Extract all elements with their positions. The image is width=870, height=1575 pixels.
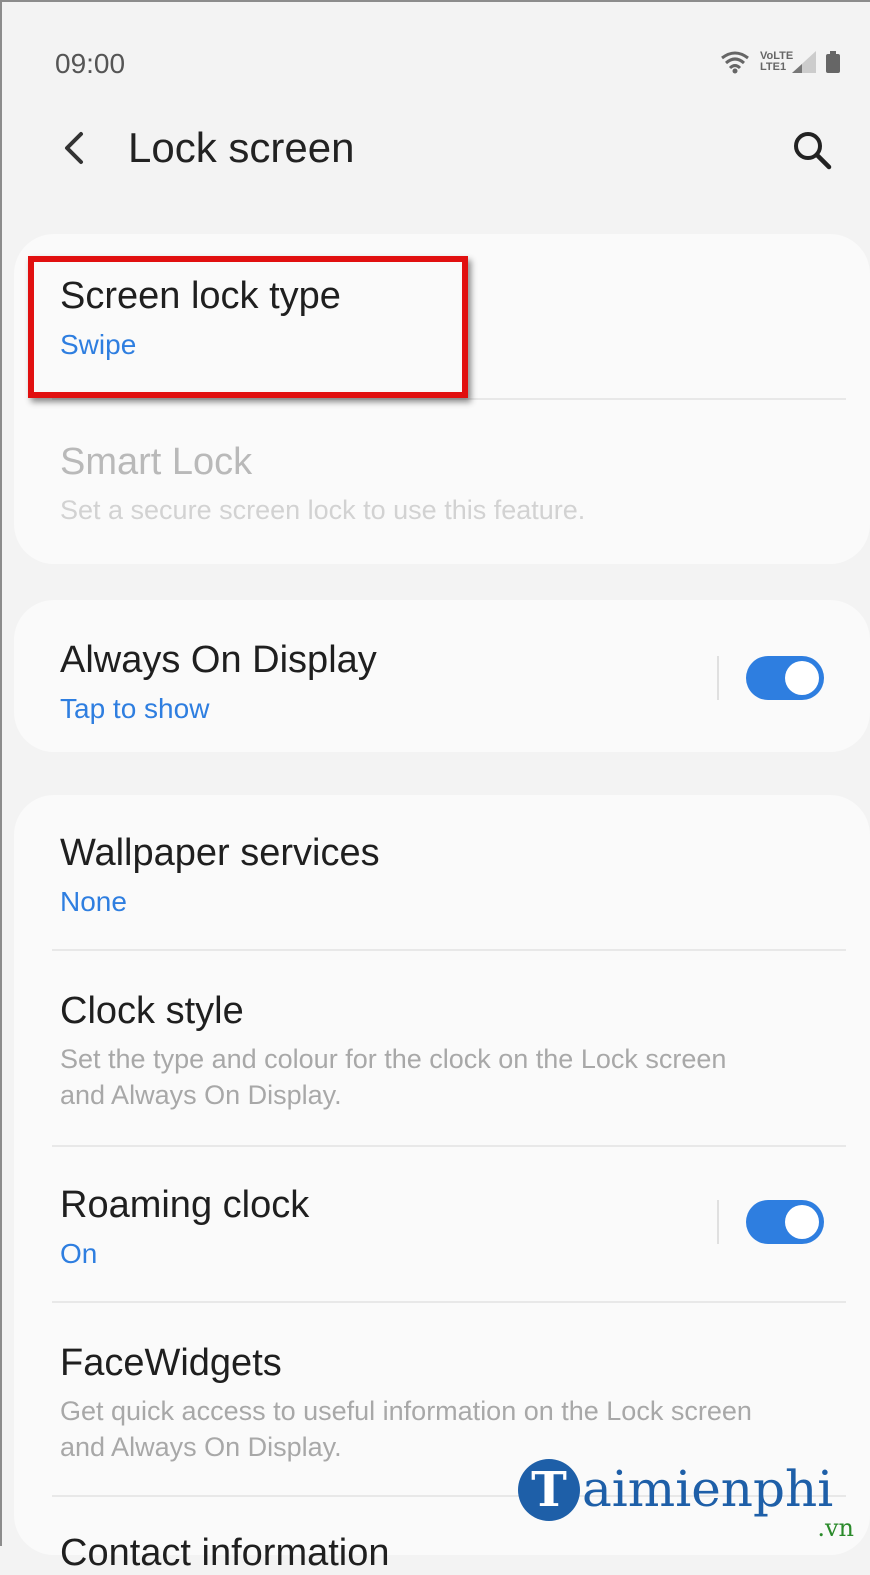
app-bar: Lock screen [0,110,870,190]
divider [52,1145,846,1147]
contact-information-title: Contact information [60,1532,390,1574]
signal-icon [792,51,816,73]
face-widgets-item[interactable]: FaceWidgets Get quick access to useful i… [60,1341,780,1465]
status-icons: VoLTE LTE1 [720,50,840,74]
toggle-knob [785,661,819,695]
toggle-knob [785,1205,819,1239]
clock-style-title: Clock style [60,990,244,1032]
status-bar: 09:00 VoLTE LTE1 [55,48,840,84]
battery-icon [826,51,840,73]
clock-style-description: Set the type and colour for the clock on… [60,1044,727,1110]
settings-card-customization: Wallpaper services None Clock style Set … [14,795,870,1574]
screen-lock-type-item[interactable]: Screen lock type Swipe [60,274,842,362]
face-widgets-title: FaceWidgets [60,1342,282,1384]
always-on-display-value: Tap to show [60,693,210,724]
roaming-clock-title: Roaming clock [60,1184,310,1226]
screen-lock-type-title: Screen lock type [60,275,341,317]
settings-card-aod: Always On Display Tap to show [14,600,870,752]
toggle-separator [717,1200,719,1244]
screen-lock-type-value: Swipe [60,329,137,360]
always-on-display-item[interactable]: Always On Display Tap to show [60,638,690,726]
back-icon[interactable] [55,128,95,168]
search-icon[interactable] [790,128,834,172]
lte-icon: VoLTE LTE1 [760,50,794,73]
wallpaper-services-value: None [60,886,127,917]
smart-lock-title: Smart Lock [60,441,253,483]
smart-lock-description: Set a secure screen lock to use this fea… [60,495,586,525]
roaming-clock-value: On [60,1238,98,1269]
contact-information-item[interactable]: Contact information [60,1531,842,1575]
wallpaper-services-title: Wallpaper services [60,832,380,874]
divider [52,1301,846,1303]
wallpaper-services-item[interactable]: Wallpaper services None [60,831,842,919]
settings-card-security: Screen lock type Swipe Smart Lock Set a … [14,234,870,564]
smart-lock-item: Smart Lock Set a secure screen lock to u… [60,440,842,528]
divider [52,949,846,951]
toggle-separator [717,656,719,700]
status-time: 09:00 [55,48,126,79]
divider [52,398,846,400]
always-on-display-toggle[interactable] [746,656,824,700]
wifi-icon [720,50,750,74]
face-widgets-description: Get quick access to useful information o… [60,1396,752,1462]
roaming-clock-item[interactable]: Roaming clock On [60,1183,690,1271]
always-on-display-title: Always On Display [60,639,377,681]
clock-style-item[interactable]: Clock style Set the type and colour for … [60,989,740,1113]
roaming-clock-toggle[interactable] [746,1200,824,1244]
page-title: Lock screen [128,124,355,171]
divider [52,1495,846,1497]
